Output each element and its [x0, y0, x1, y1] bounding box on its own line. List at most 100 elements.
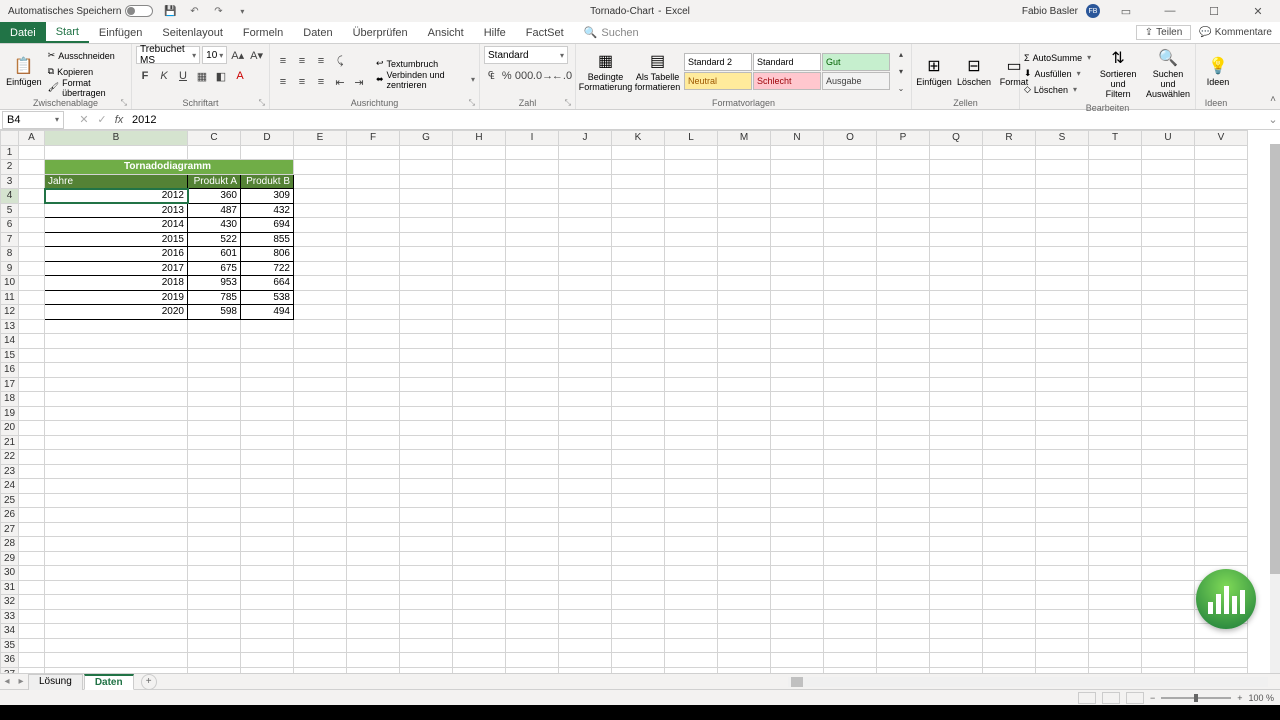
cell-S6[interactable]: [1036, 218, 1089, 233]
cell-O5[interactable]: [824, 203, 877, 218]
delete-cells-button[interactable]: ⊟Löschen: [956, 54, 992, 90]
cell-D10[interactable]: 664: [241, 276, 294, 291]
cell-R35[interactable]: [983, 638, 1036, 653]
align-left-icon[interactable]: ≡: [274, 73, 292, 91]
cell-H31[interactable]: [453, 580, 506, 595]
cell-E6[interactable]: [294, 218, 347, 233]
cell-H25[interactable]: [453, 493, 506, 508]
cell-O27[interactable]: [824, 522, 877, 537]
name-box[interactable]: B4 ▾: [2, 111, 64, 129]
cell-J17[interactable]: [559, 377, 612, 392]
cell-E2[interactable]: [294, 160, 347, 175]
cell-C26[interactable]: [188, 508, 241, 523]
cell-F12[interactable]: [347, 305, 400, 320]
accept-formula-icon[interactable]: ✓: [94, 113, 110, 126]
cell-T7[interactable]: [1089, 232, 1142, 247]
cell-L23[interactable]: [665, 464, 718, 479]
cell-T25[interactable]: [1089, 493, 1142, 508]
cell-C16[interactable]: [188, 363, 241, 378]
chevron-down-icon[interactable]: ▾: [55, 115, 59, 124]
cell-P23[interactable]: [877, 464, 930, 479]
cell-R36[interactable]: [983, 653, 1036, 668]
cell-G16[interactable]: [400, 363, 453, 378]
cell-D30[interactable]: [241, 566, 294, 581]
cell-P21[interactable]: [877, 435, 930, 450]
italic-button[interactable]: K: [155, 67, 173, 85]
cell-Q4[interactable]: [930, 189, 983, 204]
cell-G4[interactable]: [400, 189, 453, 204]
cell-L21[interactable]: [665, 435, 718, 450]
cell-B32[interactable]: [45, 595, 188, 610]
cell-P25[interactable]: [877, 493, 930, 508]
cell-M15[interactable]: [718, 348, 771, 363]
cell-L2[interactable]: [665, 160, 718, 175]
cell-N19[interactable]: [771, 406, 824, 421]
cell-U36[interactable]: [1142, 653, 1195, 668]
cell-J7[interactable]: [559, 232, 612, 247]
borders-button[interactable]: ▦: [193, 67, 211, 85]
cell-M32[interactable]: [718, 595, 771, 610]
cell-E32[interactable]: [294, 595, 347, 610]
maximize-button[interactable]: ☐: [1196, 0, 1232, 22]
cell-J32[interactable]: [559, 595, 612, 610]
cell-U16[interactable]: [1142, 363, 1195, 378]
cell-C4[interactable]: 360: [188, 189, 241, 204]
cell-N18[interactable]: [771, 392, 824, 407]
cell-I23[interactable]: [506, 464, 559, 479]
cell-O15[interactable]: [824, 348, 877, 363]
cell-D11[interactable]: 538: [241, 290, 294, 305]
cell-H22[interactable]: [453, 450, 506, 465]
cell-A35[interactable]: [19, 638, 45, 653]
cell-D1[interactable]: [241, 145, 294, 160]
cell-S12[interactable]: [1036, 305, 1089, 320]
cell-S13[interactable]: [1036, 319, 1089, 334]
cell-B12[interactable]: 2020: [45, 305, 188, 320]
cell-G14[interactable]: [400, 334, 453, 349]
cell-O35[interactable]: [824, 638, 877, 653]
cell-G30[interactable]: [400, 566, 453, 581]
cell-L30[interactable]: [665, 566, 718, 581]
fill-button[interactable]: ⬇Ausfüllen▾: [1024, 66, 1091, 81]
cell-D27[interactable]: [241, 522, 294, 537]
cell-S22[interactable]: [1036, 450, 1089, 465]
cell-B14[interactable]: [45, 334, 188, 349]
cell-I29[interactable]: [506, 551, 559, 566]
cell-P18[interactable]: [877, 392, 930, 407]
cell-V6[interactable]: [1195, 218, 1248, 233]
cell-G34[interactable]: [400, 624, 453, 639]
column-header-J[interactable]: J: [559, 131, 612, 146]
cell-J35[interactable]: [559, 638, 612, 653]
ribbon-tab-ansicht[interactable]: Ansicht: [418, 22, 474, 43]
cell-K5[interactable]: [612, 203, 665, 218]
cell-U2[interactable]: [1142, 160, 1195, 175]
cell-B4[interactable]: 2012: [45, 189, 188, 204]
cell-M5[interactable]: [718, 203, 771, 218]
cell-O8[interactable]: [824, 247, 877, 262]
ribbon-tab-start[interactable]: Start: [46, 22, 89, 43]
cell-K19[interactable]: [612, 406, 665, 421]
sheet-nav-first-icon[interactable]: ◂: [0, 676, 14, 687]
cell-P34[interactable]: [877, 624, 930, 639]
cell-P5[interactable]: [877, 203, 930, 218]
cell-P10[interactable]: [877, 276, 930, 291]
cell-A6[interactable]: [19, 218, 45, 233]
cell-J1[interactable]: [559, 145, 612, 160]
cell-A14[interactable]: [19, 334, 45, 349]
cell-H28[interactable]: [453, 537, 506, 552]
cell-I11[interactable]: [506, 290, 559, 305]
cell-J29[interactable]: [559, 551, 612, 566]
cell-I6[interactable]: [506, 218, 559, 233]
save-icon[interactable]: 💾: [163, 4, 177, 18]
cell-A19[interactable]: [19, 406, 45, 421]
autosave-toggle[interactable]: Automatisches Speichern: [0, 5, 153, 17]
cell-style-option[interactable]: Schlecht: [753, 72, 821, 90]
cell-L9[interactable]: [665, 261, 718, 276]
cell-V21[interactable]: [1195, 435, 1248, 450]
cell-I31[interactable]: [506, 580, 559, 595]
autosum-button[interactable]: ΣAutoSumme▾: [1024, 50, 1091, 65]
cell-Q21[interactable]: [930, 435, 983, 450]
row-header-8[interactable]: 8: [1, 247, 19, 262]
cell-N10[interactable]: [771, 276, 824, 291]
cell-H23[interactable]: [453, 464, 506, 479]
cell-A20[interactable]: [19, 421, 45, 436]
